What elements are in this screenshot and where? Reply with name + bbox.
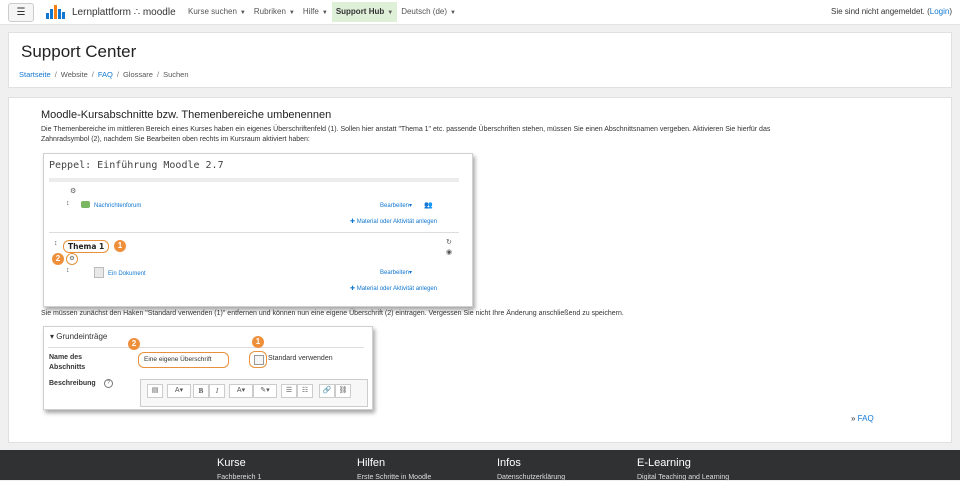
move-icon: ↕ [66,267,70,274]
login-link[interactable]: Login [930,7,950,16]
edit-menu-1: Bearbeiten▾ [380,203,413,209]
edit-menu-2: Bearbeiten▾ [380,270,413,276]
callout-badge-2: 2 [52,253,64,265]
breadcrumb-glossare: Glossare [122,70,153,79]
gear-icon: ⚙ [70,188,77,195]
font-color-icon: A▾ [229,384,253,398]
footer-col-elearning: E-Learning Digital Teaching and Learning [637,457,729,481]
gear-icon: ⚙ [66,253,78,265]
breadcrumb: Startseite / Website / FAQ / Glossare / … [19,70,189,79]
faq-back-link: » FAQ [851,414,874,423]
link-icon: 🔗 [319,384,335,398]
entry-paragraph-2: Sie müssen zunächst den Haken "Standard … [41,310,624,317]
footer-heading: Kurse [217,457,246,469]
main-nav: Kurse suchen ▼ Rubriken ▼ Hilfe ▼ Support H… [184,2,460,22]
callout-badge-1: 1 [114,240,126,252]
login-status: Sie sind nicht angemeldet. (Login) [831,7,952,16]
group-icon: 👥 [424,202,433,209]
brand-label: Lernplattform ∴ moodle [72,6,176,18]
moodle-logo-icon [46,5,66,19]
course-screenshot-image: Peppel: Einführung Moodle 2.7 ⚙ ↕ Nachri… [43,153,473,307]
breadcrumb-suchen: Suchen [163,70,189,79]
section-heading: Thema 1 [63,240,110,253]
section-name-input: Eine eigene Überschrift [138,352,229,368]
nav-rubriken[interactable]: Rubriken ▼ [250,2,299,22]
section-name-label: Name des Abschnitts [49,354,86,371]
default-checkbox-label: Standard verwenden [268,355,333,362]
entry-paragraph-1: Die Themenbereiche im mittleren Bereich … [41,126,771,143]
page-title: Support Center [21,42,137,61]
caret-down-icon: ▼ [387,10,394,16]
caret-down-icon: ▼ [239,10,246,16]
page-footer: Kurse Fachbereich 1 Hilfen Erste Schritt… [0,450,960,481]
footer-heading: Hilfen [357,457,386,469]
add-activity-1: ✚ Material oder Aktivität anlegen [350,219,438,225]
refresh-icon: ↻ [446,239,452,246]
footer-col-infos: Infos Datenschutzerklärung [497,457,565,481]
default-checkbox [254,355,264,365]
footer-heading: Infos [497,457,521,469]
document-icon [94,267,104,278]
numbered-list-icon: ☷ [297,384,313,398]
bullet-list-icon: ☰ [281,384,297,398]
nav-kurse-suchen[interactable]: Kurse suchen ▼ [184,2,250,22]
footer-col-hilfen: Hilfen Erste Schritte in Moodle [357,457,431,481]
add-activity-2: ✚ Material oder Aktivität anlegen [350,286,438,292]
top-navbar: ☰ Lernplattform ∴ moodle Kurse suchen ▼ R… [0,0,960,25]
editor-toolbar: ▤ A▾ B I A▾ ✎▾ ☰ ☷ 🔗 ⛓ [140,379,368,407]
unlink-icon: ⛓ [335,384,351,398]
forum-link: Nachrichtenforum [94,203,142,209]
caret-down-icon: ▼ [321,10,328,16]
italic-icon: I [209,384,225,398]
hamburger-icon[interactable]: ☰ [8,3,34,22]
footer-col-kurse: Kurse Fachbereich 1 [217,457,261,481]
eye-icon: ◉ [446,249,453,256]
document-link: Ein Dokument [108,271,146,277]
move-icon: ↕ [54,240,58,247]
forum-icon [81,201,90,208]
move-icon: ↕ [66,200,70,207]
footer-heading: E-Learning [637,457,691,469]
caret-down-icon: ▼ [288,10,295,16]
callout-badge-1: 1 [252,336,264,348]
styles-icon: ✎▾ [253,384,277,398]
site-brand[interactable]: Lernplattform ∴ moodle [46,4,176,20]
breadcrumb-website: Website [60,70,88,79]
settings-legend: ▾ Grundeinträge [50,332,108,341]
caret-down-icon: ▼ [450,10,456,16]
help-icon: ? [104,379,113,388]
font-size-icon: A▾ [167,384,191,398]
faq-link[interactable]: FAQ [858,414,874,423]
breadcrumb-faq[interactable]: FAQ [98,70,113,79]
nav-hilfe[interactable]: Hilfe ▼ [299,2,332,22]
page-header: Support Center Startseite / Website / FA… [8,32,952,88]
settings-screenshot-image: ▾ Grundeinträge 2 1 Name des Abschnitts … [43,326,373,410]
glossary-entry-card: Moodle-Kursabschnitte bzw. Themenbereich… [8,97,952,443]
course-title: Peppel: Einführung Moodle 2.7 [49,160,224,171]
bold-icon: B [193,384,209,398]
description-label: Beschreibung [49,380,96,387]
nav-language[interactable]: Deutsch (de) ▼ [397,2,460,22]
entry-title: Moodle-Kursabschnitte bzw. Themenbereich… [41,109,332,121]
expand-icon: ▤ [147,384,163,398]
breadcrumb-startseite[interactable]: Startseite [19,70,51,79]
callout-badge-2: 2 [128,338,140,350]
nav-support-hub[interactable]: Support Hub ▼ [331,2,398,22]
